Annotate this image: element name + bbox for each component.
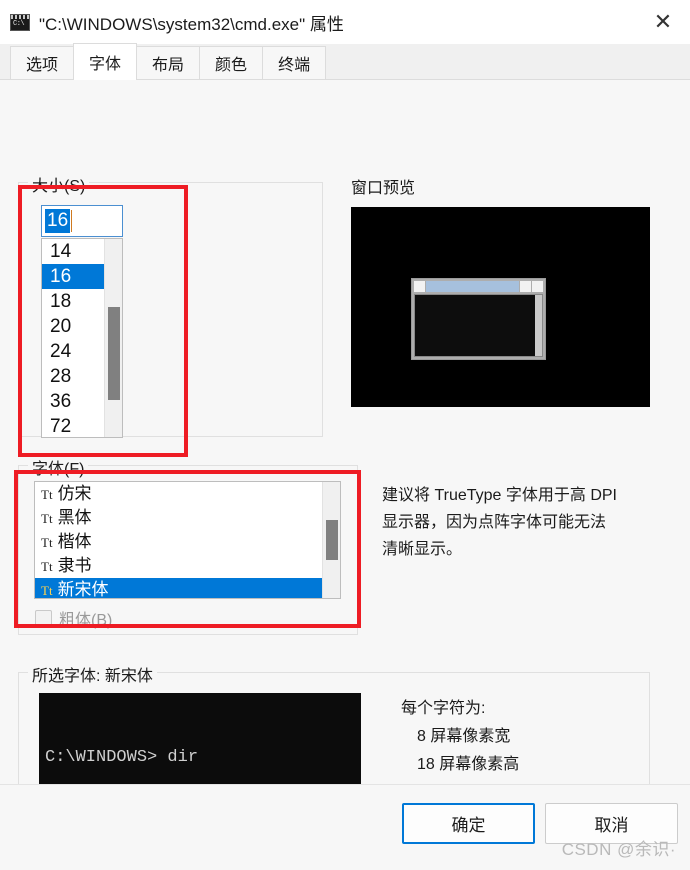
font-listbox[interactable]: Tt 仿宋 Tt 黑体 Tt 楷体 Tt 隶书 Tt 新宋体 xyxy=(34,481,341,599)
bold-checkbox[interactable] xyxy=(35,609,52,627)
font-list-item-label: 隶书 xyxy=(57,556,92,575)
font-list-item-label: 仿宋 xyxy=(57,484,92,503)
truetype-note: 建议将 TrueType 字体用于高 DPI 显示器，因为点阵字体可能无法清晰显… xyxy=(382,487,618,558)
size-list-item[interactable]: 18 xyxy=(42,289,104,314)
watermark: CSDN @余识· xyxy=(561,840,676,859)
tab-options[interactable]: 选项 xyxy=(10,46,75,79)
mini-console-area xyxy=(415,295,535,356)
title-bar: C:\ "C:\WINDOWS\system32\cmd.exe" 属性 ✕ xyxy=(0,0,690,44)
mini-window-titlebar xyxy=(414,281,543,292)
window-preview xyxy=(351,207,650,407)
size-list-item[interactable]: 20 xyxy=(42,314,104,339)
scrollbar-thumb[interactable] xyxy=(108,307,120,400)
truetype-icon: Tt xyxy=(41,510,53,526)
font-list-item-label: 新宋体 xyxy=(57,580,109,599)
truetype-icon: Tt xyxy=(41,582,53,598)
size-list-scrollbar[interactable] xyxy=(104,239,122,437)
size-input-value: 16 xyxy=(45,209,71,233)
mini-system-icon xyxy=(414,281,425,292)
mini-scrollbar xyxy=(535,295,542,356)
mini-close-icon xyxy=(532,281,543,292)
metrics-heading: 每个字符为: xyxy=(401,700,486,717)
mini-window-preview xyxy=(411,278,546,360)
font-tab-panel: 大小(S) 16 14 16 18 20 24 28 36 72 窗口预览 字体… xyxy=(0,80,690,870)
cmd-properties-dialog: C:\ "C:\WINDOWS\system32\cmd.exe" 属性 ✕ 选… xyxy=(0,0,690,870)
size-group-label: 大小(S) xyxy=(28,172,90,196)
size-list-item[interactable]: 28 xyxy=(42,364,104,389)
mini-minimize-icon xyxy=(520,281,531,292)
size-list-item[interactable]: 72 xyxy=(42,414,104,437)
window-preview-label: 窗口预览 xyxy=(351,180,416,197)
bold-checkbox-label: 粗体(B) xyxy=(59,612,113,629)
font-list-item-selected[interactable]: Tt 新宋体 xyxy=(35,578,322,599)
tab-strip: 选项 字体 布局 颜色 终端 xyxy=(0,43,690,80)
size-list-item[interactable]: 24 xyxy=(42,339,104,364)
font-group: 字体(F) Tt 仿宋 Tt 黑体 Tt 楷体 Tt 隶书 Tt 新宋体 粗体(… xyxy=(18,455,358,635)
bold-checkbox-row[interactable]: 粗体(B) xyxy=(35,606,112,630)
tab-layout[interactable]: 布局 xyxy=(136,46,201,79)
font-list-items: Tt 仿宋 Tt 黑体 Tt 楷体 Tt 隶书 Tt 新宋体 xyxy=(35,482,322,599)
truetype-icon: Tt xyxy=(41,534,53,550)
size-input[interactable]: 16 xyxy=(41,205,123,237)
tab-font[interactable]: 字体 xyxy=(73,43,138,80)
tab-colors[interactable]: 颜色 xyxy=(199,46,264,79)
character-metrics: 每个字符为: 8 屏幕像素宽 18 屏幕像素高 xyxy=(401,695,519,779)
font-list-scrollbar[interactable] xyxy=(322,482,340,598)
size-list-item-selected[interactable]: 16 xyxy=(42,264,104,289)
terminal-preview: C:\WINDOWS> dir SYSTEM <DIR> 10-0 SYSTEM… xyxy=(39,693,361,791)
font-group-label: 字体(F) xyxy=(28,455,89,479)
close-icon[interactable]: ✕ xyxy=(636,0,690,44)
mini-window-body xyxy=(414,294,543,357)
size-group: 大小(S) 16 14 16 18 20 24 28 36 72 xyxy=(18,172,323,438)
ok-button[interactable]: 确定 xyxy=(402,803,535,844)
tab-terminal[interactable]: 终端 xyxy=(262,46,327,79)
scrollbar-thumb[interactable] xyxy=(326,520,338,560)
truetype-icon: Tt xyxy=(41,486,53,502)
font-list-item[interactable]: Tt 隶书 xyxy=(35,554,322,578)
mini-titlebar-fill xyxy=(426,281,519,292)
font-list-item[interactable]: Tt 楷体 xyxy=(35,530,322,554)
font-list-item[interactable]: Tt 黑体 xyxy=(35,506,322,530)
text-caret xyxy=(71,210,73,232)
metrics-height: 18 屏幕像素高 xyxy=(417,756,520,773)
window-title: "C:\WINDOWS\system32\cmd.exe" 属性 xyxy=(39,14,344,34)
console-icon: C:\ xyxy=(10,13,30,31)
terminal-line: C:\WINDOWS> dir xyxy=(45,748,199,767)
dialog-footer: 确定 取消 CSDN @余识· xyxy=(0,784,690,870)
size-list-item[interactable]: 14 xyxy=(42,239,104,264)
font-list-item-label: 黑体 xyxy=(57,508,92,527)
console-icon-glyph: C:\ xyxy=(13,19,25,28)
truetype-icon: Tt xyxy=(41,558,53,574)
font-list-item[interactable]: Tt 仿宋 xyxy=(35,482,322,506)
metrics-width: 8 屏幕像素宽 xyxy=(417,728,511,745)
size-listbox[interactable]: 14 16 18 20 24 28 36 72 xyxy=(41,238,123,438)
size-list-items: 14 16 18 20 24 28 36 72 xyxy=(42,239,104,437)
selected-font-label: 所选字体: 新宋体 xyxy=(28,662,157,686)
font-list-item-label: 楷体 xyxy=(57,532,92,551)
size-list-item[interactable]: 36 xyxy=(42,389,104,414)
